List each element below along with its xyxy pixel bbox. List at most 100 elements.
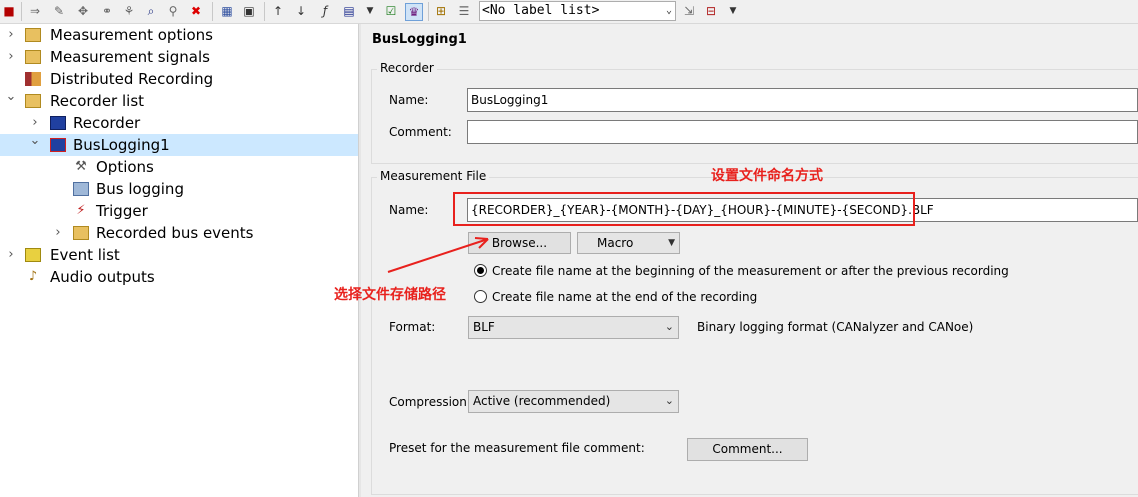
- distributed-recording-icon: [25, 72, 41, 86]
- annotation-arrow-icon: [387, 237, 489, 273]
- recorder-group: Recorder: [371, 61, 1138, 164]
- expand-icon[interactable]: ›: [52, 222, 64, 244]
- bus-logging-icon: [73, 182, 89, 196]
- format-description: Binary logging format (CANalyzer and CAN…: [697, 320, 974, 334]
- tree-item-audio-outputs[interactable]: ♪ Audio outputs: [0, 266, 358, 288]
- recorder-icon[interactable]: ♛: [405, 3, 423, 21]
- tree-item-label: Measurement options: [50, 26, 213, 44]
- checkbox-icon[interactable]: ☑: [383, 3, 399, 19]
- list-icon[interactable]: ☰: [456, 3, 472, 19]
- tree-item-buslogging1[interactable]: ⌄ BusLogging1: [0, 133, 358, 156]
- recorder-group-title: Recorder: [377, 61, 437, 75]
- file-name-label: Name:: [389, 203, 429, 217]
- radio-create-at-end-label: Create file name at the end of the recor…: [492, 290, 758, 304]
- folder-signal-icon: [25, 50, 41, 64]
- expand-icon[interactable]: ›: [5, 24, 17, 46]
- tree-item-trigger[interactable]: ⚡ Trigger: [0, 200, 358, 222]
- save-icon: [50, 138, 66, 152]
- label-list-value: <No label list>: [482, 3, 600, 18]
- find-icon[interactable]: ⌕: [143, 3, 159, 19]
- name-label: Name:: [389, 93, 429, 107]
- link-icon[interactable]: ⚭: [99, 3, 115, 19]
- comment-button[interactable]: Comment...: [687, 438, 808, 461]
- measurement-file-group-title: Measurement File: [377, 169, 490, 183]
- radio-create-at-beginning-label: Create file name at the beginning of the…: [492, 264, 1009, 278]
- toolbar-separator: [212, 2, 213, 21]
- tree-item-options[interactable]: ⚒ Options: [0, 156, 358, 178]
- tree-item-label: Bus logging: [96, 180, 184, 198]
- move-icon[interactable]: ✥: [75, 3, 91, 19]
- speaker-icon: ♪: [28, 269, 38, 284]
- tree-item-measurement-options[interactable]: › Measurement options: [0, 24, 358, 46]
- compression-label: Compression:: [389, 395, 471, 409]
- tree-item-label: Trigger: [96, 202, 148, 220]
- tree-item-label: Audio outputs: [50, 268, 155, 286]
- stop-icon[interactable]: ■: [1, 3, 17, 19]
- arrow-down-icon[interactable]: ↓: [293, 3, 309, 19]
- tree-item-bus-logging[interactable]: Bus logging: [0, 178, 358, 200]
- format-value: BLF: [473, 320, 495, 334]
- format-label: Format:: [389, 320, 436, 334]
- edit-icon[interactable]: ✎: [51, 3, 67, 19]
- comment-label: Comment:: [389, 125, 452, 139]
- tree-item-label: Options: [96, 158, 154, 176]
- dropdown-arrow-icon: ▼: [668, 238, 675, 248]
- tree-item-label: Distributed Recording: [50, 70, 214, 88]
- save-dropdown-icon[interactable]: ▼: [362, 3, 378, 19]
- radio-create-at-end[interactable]: [474, 290, 487, 303]
- save-icon[interactable]: ▤: [341, 3, 357, 19]
- arrow-up-icon[interactable]: ↑: [270, 3, 286, 19]
- recorder-name-field[interactable]: BusLogging1: [467, 88, 1138, 112]
- toolbar-separator: [428, 2, 429, 21]
- insert-icon[interactable]: ⇒: [27, 3, 43, 19]
- tree-item-label: BusLogging1: [73, 136, 170, 154]
- expand-icon[interactable]: ›: [5, 46, 17, 68]
- export-icon[interactable]: ⇲: [681, 3, 697, 19]
- chevron-down-icon: ⌄: [664, 320, 674, 333]
- function-icon[interactable]: ƒ: [317, 3, 333, 19]
- wrench-icon: ⚒: [75, 159, 87, 174]
- tree-item-recorder[interactable]: › Recorder: [0, 112, 358, 134]
- macro-button[interactable]: Macro ▼: [577, 232, 680, 254]
- tree-item-label: Recorded bus events: [96, 224, 254, 242]
- configuration-tree: › Measurement options › Measurement sign…: [0, 24, 358, 497]
- search-icon[interactable]: ⚲: [165, 3, 181, 19]
- folder-icon: [73, 226, 89, 240]
- tree-item-label: Event list: [50, 246, 120, 264]
- tree-item-event-list[interactable]: › Event list: [0, 244, 358, 266]
- chevron-down-icon: ⌄: [664, 394, 674, 407]
- tree-item-recorded-bus-events[interactable]: › Recorded bus events: [0, 222, 358, 244]
- annotation-naming: 设置文件命名方式: [711, 168, 823, 184]
- delete-icon[interactable]: ✖: [188, 3, 204, 19]
- expand-icon[interactable]: ›: [5, 244, 17, 266]
- chevron-down-icon: ⌄: [665, 5, 672, 16]
- format-select[interactable]: BLF ⌄: [468, 316, 679, 339]
- annotation-highlight-box: [453, 192, 915, 226]
- toolbar-separator: [21, 2, 22, 21]
- toolbar-separator: [264, 2, 265, 21]
- recorder-comment-field[interactable]: [467, 120, 1138, 144]
- compression-select[interactable]: Active (recommended) ⌄: [468, 390, 679, 413]
- tree-item-measurement-signals[interactable]: › Measurement signals: [0, 46, 358, 68]
- compression-value: Active (recommended): [473, 394, 611, 408]
- node-icon[interactable]: ⚘: [121, 3, 137, 19]
- tree-add-icon[interactable]: ⊞: [433, 3, 449, 19]
- tree-item-distributed-recording[interactable]: Distributed Recording: [0, 68, 358, 90]
- filter-icon[interactable]: ⊟: [703, 3, 719, 19]
- folder-icon: [25, 28, 41, 42]
- page-title: BusLogging1: [372, 32, 467, 47]
- folder-recorder-icon: [25, 94, 41, 108]
- trigger-icon: ⚡: [76, 203, 86, 218]
- tree-item-label: Recorder list: [50, 92, 145, 110]
- collapse-icon[interactable]: ⌄: [29, 130, 41, 152]
- label-list-select[interactable]: <No label list> ⌄: [479, 1, 676, 21]
- image-icon[interactable]: ▣: [241, 3, 257, 19]
- properties-icon[interactable]: ▦: [219, 3, 235, 19]
- collapse-icon[interactable]: ⌄: [5, 86, 17, 108]
- tree-item-recorder-list[interactable]: ⌄ Recorder list: [0, 89, 358, 112]
- recorder-icon: [50, 116, 66, 130]
- toolbar: ■ ⇒ ✎ ✥ ⚭ ⚘ ⌕ ⚲ ✖ ▦ ▣ ↑ ↓ ƒ ▤ ▼ ☑ ♛ ⊞ ☰ …: [0, 0, 1138, 24]
- event-list-icon: [25, 248, 41, 262]
- filter-dropdown-icon[interactable]: ▼: [725, 3, 741, 19]
- tree-item-label: Recorder: [73, 114, 141, 132]
